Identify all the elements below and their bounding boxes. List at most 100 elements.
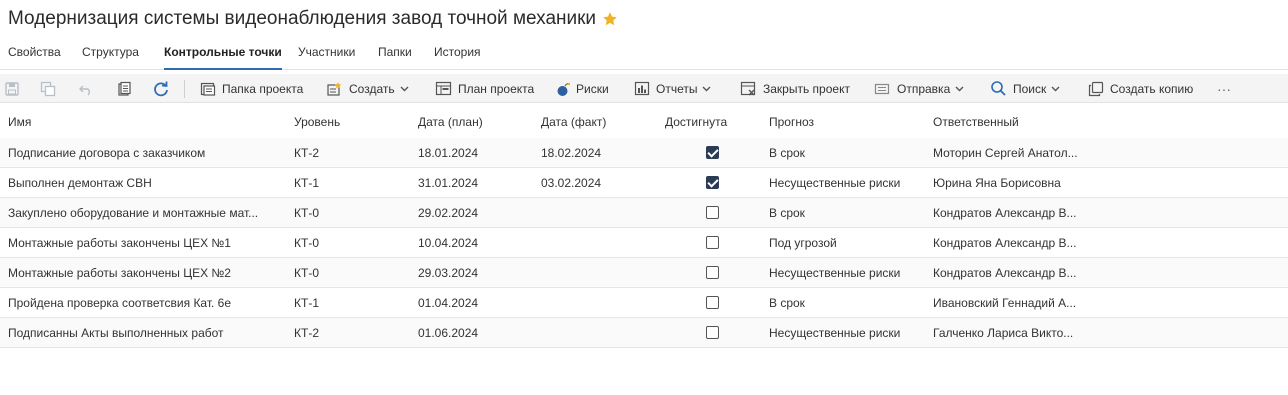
clipboard-button[interactable] [116,74,132,103]
tab-bar: Свойства Структура Контрольные точки Уча… [0,40,1288,70]
project-plan-button[interactable]: План проекта [435,74,534,103]
create-icon [327,81,342,96]
cell-plan-date: 29.03.2024 [418,266,479,280]
project-folder-label: Папка проекта [222,81,304,96]
cell-forecast: Несущественные риски [769,266,901,280]
copy-icon [1088,81,1104,96]
cell-level: КТ-2 [294,146,319,160]
cell-plan-date: 31.01.2024 [418,176,479,190]
cell-name: Пройдена проверка соответсвия Кат. 6е [8,296,232,310]
cell-level: КТ-1 [294,296,319,310]
undo-button[interactable] [78,74,94,103]
close-project-button[interactable]: Закрыть проект [740,74,850,103]
save-icon [5,81,19,96]
cell-fact-date: 03.02.2024 [541,176,602,190]
cell-forecast: Несущественные риски [769,326,901,340]
column-header-forecast[interactable]: Прогноз [769,115,814,129]
column-header-name[interactable]: Имя [8,115,31,129]
reports-dropdown[interactable]: Отчеты [634,74,711,103]
save-copy-button[interactable] [40,74,56,103]
tab-history[interactable]: История [434,45,481,69]
page-title: Модернизация системы видеонаблюдения зав… [8,8,597,29]
cell-name: Подписанны Акты выполненных работ [8,326,224,340]
tab-properties[interactable]: Свойства [8,45,61,69]
column-header-achieved[interactable]: Достигнута [665,115,727,129]
save-copy-icon [40,81,56,96]
cell-plan-date: 01.04.2024 [418,296,479,310]
cell-name: Монтажные работы закончены ЦЕХ №2 [8,266,231,280]
achieved-checkbox[interactable] [706,206,719,219]
table-body: Подписание договора с заказчиком КТ-2 18… [0,138,1288,348]
project-folder-button[interactable]: Папка проекта [200,74,303,103]
cell-name: Подписание договора с заказчиком [8,146,206,160]
cell-forecast: В срок [769,146,805,160]
table-row[interactable]: Монтажные работы закончены ЦЕХ №2 КТ-0 2… [0,258,1288,288]
table-row[interactable]: Выполнен демонтаж СВН КТ-1 31.01.2024 03… [0,168,1288,198]
bomb-icon [557,82,570,96]
more-options-button[interactable]: ··· [1217,74,1231,103]
risks-label: Риски [576,81,609,96]
search-icon [991,81,1006,96]
table-row[interactable]: Подписанны Акты выполненных работ КТ-2 0… [0,318,1288,348]
cell-level: КТ-2 [294,326,319,340]
create-dropdown[interactable]: Создать [326,74,409,103]
cell-name: Монтажные работы закончены ЦЕХ №1 [8,236,231,250]
create-copy-label: Создать копию [1110,81,1194,96]
cell-name: Закуплено оборудование и монтажные мат..… [8,206,259,220]
cell-fact-date: 18.02.2024 [541,146,602,160]
table-row[interactable]: Закуплено оборудование и монтажные мат..… [0,198,1288,228]
undo-icon [79,85,90,96]
search-dropdown[interactable]: Поиск [990,74,1060,103]
project-plan-label: План проекта [458,81,535,96]
create-copy-button[interactable]: Создать копию [1088,74,1193,103]
table-row[interactable]: Монтажные работы закончены ЦЕХ №1 КТ-0 1… [0,228,1288,258]
chevron-down-icon [1051,86,1060,91]
risks-button[interactable]: Риски [556,74,609,103]
tab-folders[interactable]: Папки [378,45,412,69]
close-project-label: Закрыть проект [763,81,850,96]
achieved-checkbox[interactable] [706,146,719,159]
toolbar: Папка проекта Создать План проекта Риски… [0,74,1288,103]
cell-name: Выполнен демонтаж СВН [8,176,152,190]
close-project-icon [740,81,756,95]
cell-forecast: Несущественные риски [769,176,901,190]
table-row[interactable]: Подписание договора с заказчиком КТ-2 18… [0,138,1288,168]
tab-structure[interactable]: Структура [82,45,139,69]
tab-checkpoints[interactable]: Контрольные точки [164,45,282,70]
cell-owner: Ивановский Геннадий А... [933,296,1077,310]
column-header-owner[interactable]: Ответственный [933,115,1019,129]
send-label: Отправка [897,81,951,96]
cell-level: КТ-0 [294,206,319,220]
achieved-checkbox[interactable] [706,326,719,339]
achieved-checkbox[interactable] [706,266,719,279]
reports-label: Отчеты [656,81,698,96]
cell-plan-date: 18.01.2024 [418,146,479,160]
column-header-level[interactable]: Уровень [294,115,340,129]
send-icon [874,83,890,94]
send-dropdown[interactable]: Отправка [874,74,964,103]
table-row[interactable]: Пройдена проверка соответсвия Кат. 6е КТ… [0,288,1288,318]
folder-icon [200,82,216,96]
refresh-button[interactable] [152,74,170,103]
cell-owner: Моторин Сергей Анатол... [933,146,1078,160]
search-label: Поиск [1013,81,1047,96]
achieved-checkbox[interactable] [706,176,719,189]
create-label: Создать [349,81,395,96]
tab-participants[interactable]: Участники [298,45,355,69]
favorite-star-icon[interactable] [602,11,618,27]
cell-owner: Кондратов Александр В... [933,236,1077,250]
project-plan-icon [435,81,452,96]
column-header-fact-date[interactable]: Дата (факт) [541,115,606,129]
chevron-down-icon [955,86,964,91]
achieved-checkbox[interactable] [706,296,719,309]
column-header-plan-date[interactable]: Дата (план) [418,115,483,129]
save-button[interactable] [4,74,20,103]
cell-forecast: Под угрозой [769,236,837,250]
cell-plan-date: 10.04.2024 [418,236,479,250]
toolbar-separator [184,80,185,98]
chevron-down-icon [400,86,409,91]
cell-level: КТ-1 [294,176,319,190]
cell-owner: Кондратов Александр В... [933,206,1077,220]
chevron-down-icon [702,86,711,91]
achieved-checkbox[interactable] [706,236,719,249]
